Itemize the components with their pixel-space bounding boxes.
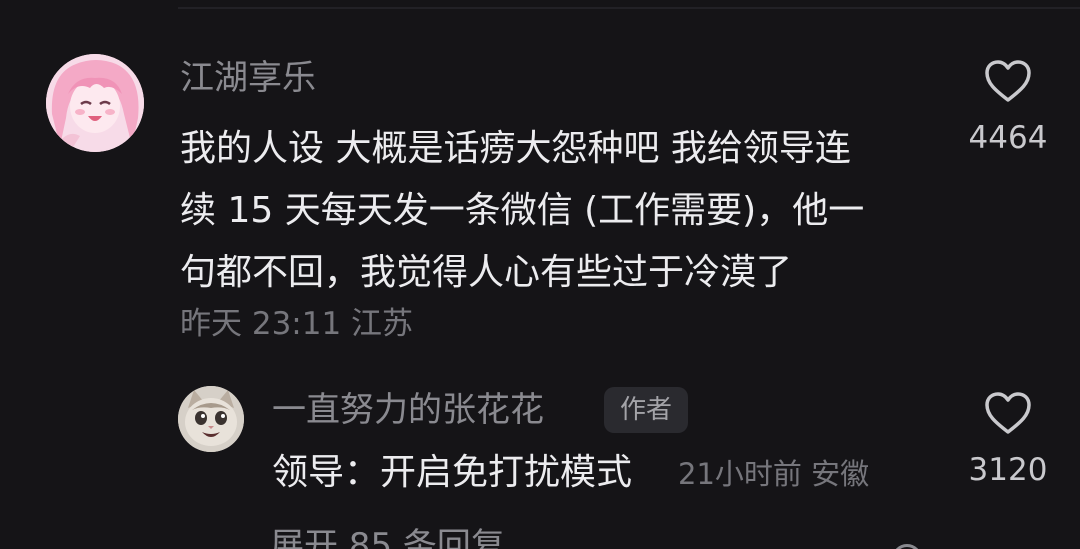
reply-username[interactable]: 一直努力的张花花 — [272, 388, 544, 432]
like-button[interactable] — [983, 390, 1033, 436]
cat-avatar-image — [178, 386, 244, 452]
comment-text-line: 我的人设 大概是话痨大怨种吧 我给领导连 — [180, 128, 851, 169]
heart-outline-icon — [985, 392, 1031, 434]
expand-replies-button[interactable]: 展开 85 条回复 — [270, 524, 505, 549]
reply-text[interactable]: 领导：开启免打扰模式 — [272, 450, 632, 496]
reply-meta: 21小时前 安徽 — [678, 457, 870, 491]
avatar[interactable] — [46, 54, 144, 152]
comment-username[interactable]: 江湖享乐 — [180, 58, 316, 98]
anime-girl-avatar-image — [46, 54, 144, 152]
comment-meta: 昨天 23:11 江苏 — [180, 306, 414, 342]
like-count: 3120 — [968, 452, 1048, 488]
comment-text-line: 句都不回，我觉得人心有些过于冷漠了 — [180, 252, 793, 293]
comment-text[interactable]: 我的人设 大概是话痨大怨种吧 我给领导连 续 15 天每天发一条微信 (工作需要… — [180, 118, 920, 304]
comment-section: 江湖享乐 我的人设 大概是话痨大怨种吧 我给领导连 续 15 天每天发一条微信 … — [0, 0, 1080, 549]
like-count: 4464 — [968, 120, 1048, 156]
divider — [178, 7, 1080, 9]
chevron-down-icon[interactable] — [892, 544, 922, 549]
avatar[interactable] — [178, 386, 244, 452]
like-button[interactable] — [983, 58, 1033, 104]
author-badge: 作者 — [604, 387, 689, 433]
heart-outline-icon — [985, 60, 1031, 102]
comment-text-line: 续 15 天每天发一条微信 (工作需要)，他一 — [180, 190, 865, 231]
